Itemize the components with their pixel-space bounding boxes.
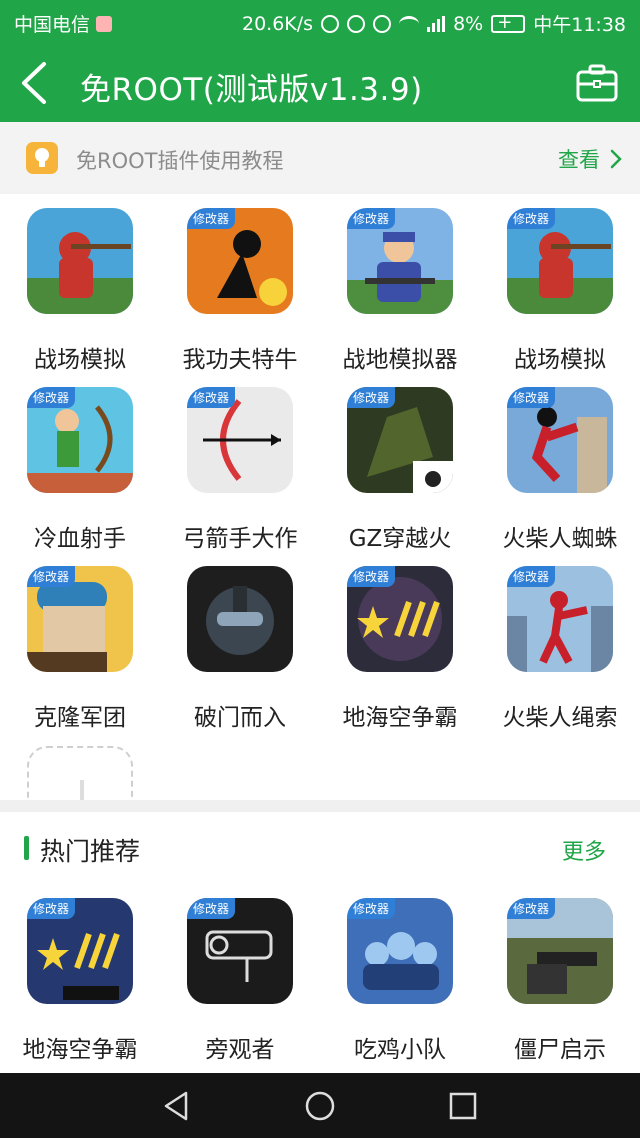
- game-name: 火柴人绳索: [502, 705, 618, 731]
- section-accent-bar: [24, 836, 29, 860]
- battery-icon: [491, 12, 526, 33]
- modifier-badge: 修改器: [347, 208, 396, 229]
- game-name: 弓箭手大作: [182, 526, 298, 552]
- view-label: 查看: [558, 148, 600, 172]
- briefcase-icon: [576, 64, 618, 102]
- game-icon: 修改器: [27, 566, 133, 672]
- modifier-badge: 修改器: [507, 898, 556, 919]
- game-icon: 修改器: [347, 208, 453, 314]
- plus-icon: [80, 780, 84, 800]
- modifier-badge: 修改器: [187, 898, 236, 919]
- more-link[interactable]: 更多: [562, 834, 606, 866]
- modifier-badge: 修改器: [27, 566, 76, 587]
- game-name: 吃鸡小队: [354, 1037, 446, 1063]
- app-bar: 免ROOT(测试版v1.3.9): [0, 44, 640, 122]
- status-bar: 中国电信 20.6K/s 8% 中午11:38: [0, 0, 640, 44]
- installed-games-grid: 战场模拟 修改器 我功夫特牛 修改器 战地模拟器 修改器 战场模拟 修改器 冷血…: [0, 194, 640, 800]
- game-name: 我功夫特牛: [182, 347, 298, 373]
- wifi-icon: [399, 15, 420, 32]
- battery-percent: 8%: [453, 12, 484, 35]
- view-tutorial-link[interactable]: 查看: [558, 144, 622, 174]
- modifier-badge: 修改器: [347, 387, 396, 408]
- briefcase-button[interactable]: [576, 64, 618, 102]
- game-name: 克隆军团: [34, 705, 126, 731]
- back-button[interactable]: [16, 58, 60, 108]
- lightbulb-icon: [26, 142, 58, 174]
- game-icon: 修改器: [187, 898, 293, 1004]
- game-name: 僵尸启示: [514, 1037, 606, 1063]
- game-icon: 修改器: [187, 387, 293, 493]
- add-game-button[interactable]: [27, 746, 133, 800]
- game-icon: 修改器: [27, 898, 133, 1004]
- hot-section-title: 热门推荐: [40, 837, 141, 866]
- system-navigation-bar: [0, 1073, 640, 1138]
- hd-icon: [321, 14, 340, 33]
- game-icon: 修改器: [507, 566, 613, 672]
- game-name: 地海空争霸: [342, 705, 458, 731]
- chevron-right-icon: [610, 149, 622, 169]
- page-title: 免ROOT(测试版v1.3.9): [80, 72, 423, 108]
- game-name: 火柴人蜘蛛: [502, 526, 618, 552]
- game-icon: 修改器: [507, 898, 613, 1004]
- game-icon: 修改器: [507, 208, 613, 314]
- game-icon: 修改器: [187, 208, 293, 314]
- game-name: 旁观者: [205, 1037, 275, 1063]
- tutorial-text: 免ROOT插件使用教程: [76, 149, 284, 173]
- game-icon: 修改器: [27, 387, 133, 493]
- game-name: 战地模拟器: [342, 347, 458, 373]
- modifier-badge: 修改器: [347, 566, 396, 587]
- modifier-badge: 修改器: [187, 208, 236, 229]
- network-speed: 20.6K/s: [242, 12, 314, 35]
- tutorial-banner[interactable]: 免ROOT插件使用教程 查看: [0, 122, 640, 194]
- modifier-badge: 修改器: [27, 387, 76, 408]
- modifier-badge: 修改器: [507, 387, 556, 408]
- nav-back-icon[interactable]: [160, 1089, 194, 1123]
- game-name: 战场模拟: [34, 347, 126, 373]
- game-icon: 修改器: [507, 387, 613, 493]
- signal-icon: [427, 15, 446, 32]
- modifier-badge: 修改器: [27, 898, 76, 919]
- modifier-badge: 修改器: [507, 208, 556, 229]
- carrier-label: 中国电信: [14, 14, 91, 36]
- modifier-badge: 修改器: [347, 898, 396, 919]
- alarm-icon: [347, 14, 366, 33]
- game-icon: [27, 208, 133, 314]
- game-name: 战场模拟: [514, 347, 606, 373]
- nav-home-icon[interactable]: [303, 1089, 337, 1123]
- game-name: 破门而入: [194, 705, 286, 731]
- game-icon: [187, 566, 293, 672]
- eye-icon: [373, 14, 392, 33]
- hot-games-row: 修改器 地海空争霸 修改器 旁观者 修改器 吃鸡小队 修改器 僵尸启示: [0, 886, 640, 1072]
- game-icon: 修改器: [347, 566, 453, 672]
- clock: 中午11:38: [533, 14, 626, 36]
- game-name: GZ穿越火: [348, 526, 452, 552]
- game-name: 地海空争霸: [22, 1037, 138, 1063]
- nav-recents-icon[interactable]: [446, 1089, 480, 1123]
- hot-section-header: 热门推荐 更多: [0, 812, 640, 886]
- chevron-left-icon: [22, 62, 46, 104]
- modifier-badge: 修改器: [507, 566, 556, 587]
- modifier-badge: 修改器: [187, 387, 236, 408]
- game-name: 冷血射手: [34, 526, 126, 552]
- section-divider: [0, 800, 640, 812]
- game-icon: 修改器: [347, 898, 453, 1004]
- game-icon: 修改器: [347, 387, 453, 493]
- app-notification-icon: [96, 15, 113, 32]
